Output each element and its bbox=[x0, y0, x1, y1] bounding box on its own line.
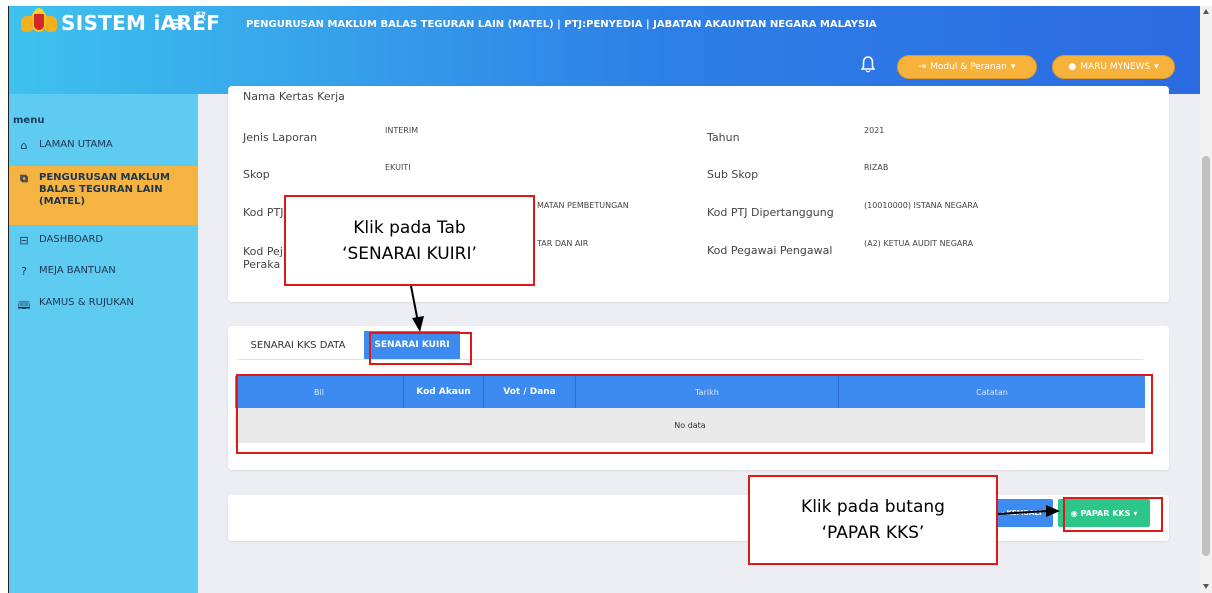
sidebar-menu-label: menu bbox=[13, 115, 45, 126]
scroll-down-icon[interactable] bbox=[1203, 584, 1209, 589]
sidebar-item-label: PENGURUSAN MAKLUM BALAS TEGURAN LAIN (MA… bbox=[39, 172, 170, 208]
kod-pegawai-label: Kod Pegawai Pengawal bbox=[707, 244, 833, 257]
highlight-tab-box bbox=[369, 332, 472, 365]
kembali-label: KEMBALI bbox=[1006, 509, 1042, 517]
user-icon: ● bbox=[1068, 62, 1077, 72]
page-title: PENGURUSAN MAKLUM BALAS TEGURAN LAIN (MA… bbox=[246, 19, 877, 30]
kod-pej-label-line-2: Peraka bbox=[243, 258, 281, 271]
sidebar-item-meja-bantuan[interactable]: ? MEJA BANTUAN bbox=[9, 265, 198, 278]
role-icon: ⇥ bbox=[918, 62, 927, 72]
tahun-label: Tahun bbox=[707, 131, 740, 144]
kod-pej-value: TAR DAN AIR bbox=[537, 239, 589, 248]
sidebar-item-label: MEJA BANTUAN bbox=[39, 265, 116, 276]
top-navbar: SISTEM iAREF ≡ ⤧ PENGURUSAN MAKLUM BALAS… bbox=[9, 6, 1200, 94]
kod-ptj-value: MATAN PEMBETUNGAN bbox=[537, 201, 629, 210]
chevron-down-icon: ▾ bbox=[1154, 62, 1159, 72]
user-menu-button[interactable]: ● MARU MYNEWS ▾ bbox=[1052, 55, 1175, 79]
sub-skop-value: RIZAB bbox=[864, 163, 889, 172]
sidebar-item-label: LAMAN UTAMA bbox=[39, 139, 113, 150]
label-line-2: BALAS TEGURAN LAIN bbox=[39, 184, 163, 195]
book-icon: 🕮 bbox=[17, 299, 31, 312]
skop-label: Skop bbox=[243, 168, 270, 181]
modul-peranan-button[interactable]: ⇥ Modul & Peranan ▾ bbox=[897, 55, 1037, 79]
nama-kertas-kerja-label: Nama Kertas Kerja bbox=[243, 90, 345, 103]
sub-skop-label: Sub Skop bbox=[707, 168, 759, 181]
chevron-down-icon: ▾ bbox=[1010, 62, 1016, 72]
vertical-scrollbar[interactable] bbox=[1200, 6, 1212, 593]
skop-value: EKUITI bbox=[385, 163, 411, 172]
help-icon: ? bbox=[21, 265, 27, 278]
bell-icon[interactable] bbox=[861, 56, 875, 73]
kod-pej-label-line-1: Kod Pej bbox=[243, 245, 283, 258]
callout-button-line-2: ‘PAPAR KKS’ bbox=[821, 523, 925, 543]
expand-icon[interactable]: ⤧ bbox=[196, 9, 206, 24]
label-line-3: (MATEL) bbox=[39, 196, 86, 207]
sidebar-item-label: DASHBOARD bbox=[39, 234, 104, 245]
jenis-laporan-label: Jenis Laporan bbox=[243, 131, 318, 144]
user-name: MARU MYNEWS bbox=[1080, 62, 1151, 72]
malaysia-crest-icon bbox=[21, 8, 57, 36]
callout-button-line-1: Klik pada butang bbox=[801, 497, 945, 517]
callout-tab-instruction: Klik pada Tab ‘SENARAI KUIRI’ bbox=[284, 195, 535, 286]
home-icon: ⌂ bbox=[20, 139, 28, 152]
tab-senarai-kks-data[interactable]: SENARAI KKS DATA bbox=[237, 331, 359, 359]
dashboard-icon: ⊟ bbox=[19, 234, 29, 247]
sidebar-item-label: KAMUS & RUJUKAN bbox=[39, 297, 134, 308]
app-logo[interactable]: SISTEM iAREF bbox=[21, 8, 220, 36]
sidebar-item-matel[interactable]: ⧉ PENGURUSAN MAKLUM BALAS TEGURAN LAIN (… bbox=[9, 166, 198, 225]
hamburger-icon[interactable]: ≡ bbox=[169, 11, 186, 35]
highlight-table-box bbox=[236, 374, 1153, 454]
jenis-laporan-value: INTERIM bbox=[385, 126, 419, 135]
highlight-button-box bbox=[1063, 497, 1163, 532]
sidebar: menu ⌂ LAMAN UTAMA ⧉ PENGURUSAN MAKLUM B… bbox=[9, 94, 198, 593]
scroll-thumb[interactable] bbox=[1202, 156, 1210, 556]
scroll-up-icon[interactable] bbox=[1203, 9, 1209, 14]
tahun-value: 2021 bbox=[864, 126, 885, 135]
kod-pej-label: Kod Pej Peraka bbox=[243, 245, 283, 271]
sidebar-item-kamus-rujukan[interactable]: 🕮 KAMUS & RUJUKAN bbox=[9, 297, 198, 316]
kod-ptj-dipertanggung-value: (10010000) ISTANA NEGARA bbox=[864, 201, 979, 210]
copy-icon: ⧉ bbox=[20, 172, 28, 185]
callout-button-instruction: Klik pada butang ‘PAPAR KKS’ bbox=[748, 475, 998, 565]
label-line-1: PENGURUSAN MAKLUM bbox=[39, 172, 170, 183]
kod-ptj-dipertanggung-label: Kod PTJ Dipertanggung bbox=[707, 206, 834, 219]
kod-pegawai-value: (A2) KETUA AUDIT NEGARA bbox=[864, 239, 974, 248]
sidebar-item-dashboard[interactable]: ⊟ DASHBOARD bbox=[9, 234, 198, 247]
kod-ptj-label: Kod PTJ bbox=[243, 206, 284, 219]
modul-peranan-label: Modul & Peranan bbox=[930, 62, 1007, 72]
sidebar-item-laman-utama[interactable]: ⌂ LAMAN UTAMA bbox=[9, 139, 198, 152]
callout-tab-line-2: ‘SENARAI KUIRI’ bbox=[342, 243, 477, 264]
callout-tab-line-1: Klik pada Tab bbox=[353, 217, 466, 238]
kembali-button[interactable]: ◂ KEMBALI bbox=[989, 499, 1053, 527]
